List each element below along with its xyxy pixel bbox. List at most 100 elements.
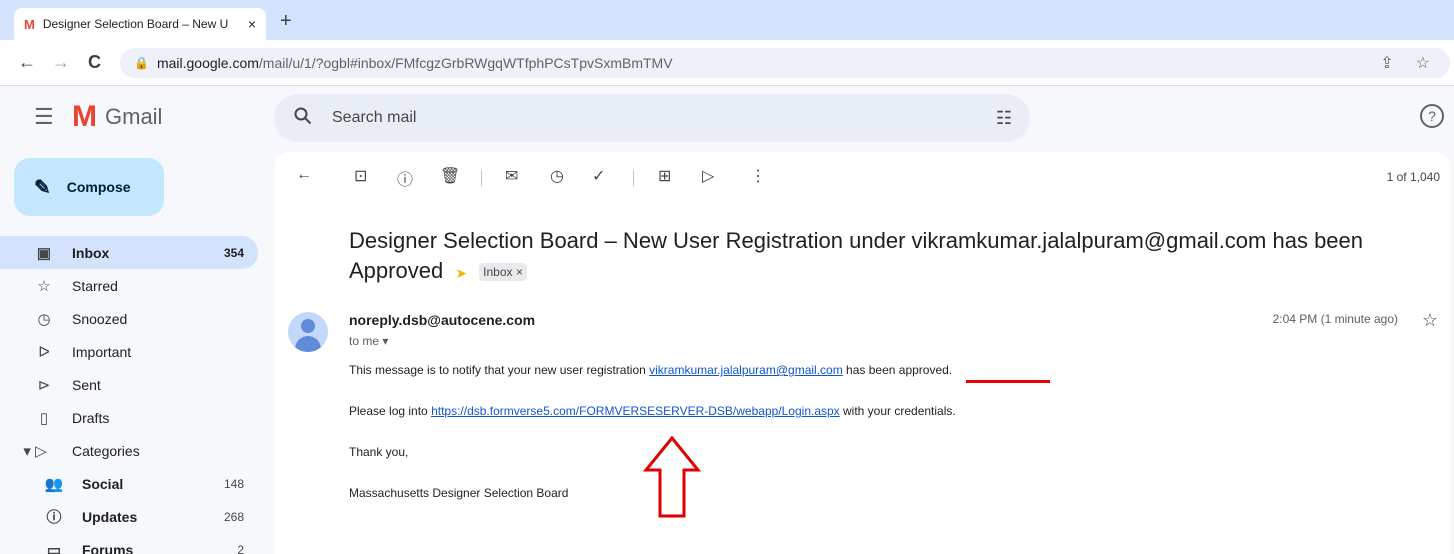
sidebar-nav: ▣ Inbox 354 ☆ Starred ◷ Snoozed ᐅ Import… <box>0 236 258 554</box>
browser-tab-strip: M Designer Selection Board – New U × + <box>0 0 1454 40</box>
search-icon[interactable] <box>294 107 312 130</box>
sidebar-item-label: Forums <box>82 541 134 554</box>
people-icon: 👥 <box>44 475 64 493</box>
avatar-head <box>301 319 315 333</box>
labels-icon[interactable]: ▷ <box>702 166 714 186</box>
tab-close-icon[interactable]: × <box>248 16 256 32</box>
archive-icon[interactable]: ⊡ <box>354 166 367 186</box>
clock-icon: ◷ <box>37 310 51 328</box>
sidebar-item-label: Snoozed <box>72 310 128 327</box>
message-toolbar: ← ⊡ ⓘ 🗑 ✉ ◷ ✓ ⊞ ▷ ⋮ 1 of 1,040 <box>274 166 1450 190</box>
forum-icon: ▭ <box>46 541 62 554</box>
body-line-thanks: Thank you, <box>349 445 409 459</box>
unread-count: 354 <box>223 245 244 260</box>
star-icon: ☆ <box>37 277 51 295</box>
url-path: /mail/u/1/?ogbl#inbox/FMfcgzGrbRWgqWTfph… <box>258 55 673 71</box>
draft-icon: ▯ <box>39 409 49 427</box>
compose-button[interactable]: ✎ Compose <box>14 158 164 216</box>
message-pager: 1 of 1,040 <box>1386 170 1440 184</box>
email-link[interactable]: vikramkumar.jalalpuram@gmail.com <box>649 363 843 377</box>
sidebar-item-label: Important <box>72 343 132 360</box>
body-line-notify: This message is to notify that your new … <box>349 363 952 377</box>
gmail-header: ☰ M Gmail Search mail ☷ ? <box>0 86 1454 150</box>
pencil-icon: ✎ <box>34 176 51 199</box>
sidebar-item-label: Drafts <box>72 409 110 426</box>
sender-address[interactable]: noreply.dsb@autocene.com <box>349 312 535 328</box>
sidebar-item-label: Starred <box>72 277 118 294</box>
toolbar-divider <box>633 170 634 186</box>
inbox-label-chip[interactable]: Inbox × <box>479 263 527 282</box>
body-text: Please log into <box>349 404 432 418</box>
tab-title: Designer Selection Board – New U <box>42 17 229 31</box>
sidebar-item-snoozed[interactable]: ◷ Snoozed <box>0 302 258 335</box>
report-spam-icon[interactable]: ⓘ <box>397 166 413 190</box>
body-text: This message is to notify that your new … <box>349 363 650 377</box>
sidebar-item-important[interactable]: ᐅ Important <box>0 335 258 368</box>
url-input[interactable]: 🔒 mail.google.com/mail/u/1/?ogbl#inbox/F… <box>120 48 1450 78</box>
info-icon: ⓘ <box>46 509 62 526</box>
body-line-signature: Massachusetts Designer Selection Board <box>349 486 569 500</box>
sidebar-item-inbox[interactable]: ▣ Inbox 354 <box>0 236 258 269</box>
star-message-icon[interactable]: ☆ <box>1422 310 1438 331</box>
sidebar-item-drafts[interactable]: ▯ Drafts <box>0 401 258 434</box>
sidebar-item-label: Inbox <box>72 244 110 261</box>
address-bar-row: ← → C 🔒 mail.google.com/mail/u/1/?ogbl#i… <box>0 40 1454 86</box>
share-icon[interactable]: ⇪ <box>1380 53 1393 73</box>
gmail-wordmark: Gmail <box>105 104 163 129</box>
bookmark-star-icon[interactable]: ☆ <box>1416 53 1430 73</box>
sidebar-item-sent[interactable]: ⊳ Sent <box>0 368 258 401</box>
sidebar-item-label: Social <box>82 475 124 492</box>
move-to-icon[interactable]: ⊞ <box>658 166 671 186</box>
label-icon: ▾ ▷ <box>23 442 47 460</box>
login-link[interactable]: https://dsb.formverse5.com/FORMVERSESERV… <box>431 404 840 418</box>
inbox-icon: ▣ <box>36 244 52 262</box>
message-pane: ← ⊡ ⓘ 🗑 ✉ ◷ ✓ ⊞ ▷ ⋮ 1 of 1,040 Designer … <box>274 152 1450 554</box>
send-icon: ⊳ <box>37 376 51 394</box>
snooze-icon[interactable]: ◷ <box>550 166 564 186</box>
add-to-tasks-icon[interactable]: ✓ <box>592 166 605 186</box>
sidebar-item-social[interactable]: 👥 Social 148 <box>0 467 258 500</box>
avatar-body <box>295 336 321 352</box>
sidebar-item-label: Sent <box>72 376 101 393</box>
important-icon: ᐅ <box>38 343 50 361</box>
recipient-details-toggle[interactable]: to me ▾ <box>349 334 388 348</box>
unread-count: 148 <box>223 476 244 491</box>
body-line-login: Please log into https://dsb.formverse5.c… <box>349 404 956 418</box>
red-up-arrow-annotation <box>642 436 702 518</box>
help-icon[interactable]: ? <box>1420 104 1444 128</box>
back-button[interactable]: ← <box>18 52 36 73</box>
sidebar-item-label: Updates <box>82 508 138 525</box>
compose-label: Compose <box>66 179 131 195</box>
body-text: with your credentials. <box>839 404 956 418</box>
body-text: has been approved. <box>842 363 953 377</box>
sidebar-item-starred[interactable]: ☆ Starred <box>0 269 258 302</box>
search-bar[interactable]: Search mail ☷ <box>274 94 1030 142</box>
search-options-icon[interactable]: ☷ <box>996 108 1012 129</box>
importance-marker-icon[interactable]: ➤ <box>455 265 467 281</box>
unread-count: 268 <box>223 509 244 524</box>
back-to-inbox-icon[interactable]: ← <box>296 166 312 184</box>
gmail-logo[interactable]: M Gmail <box>72 102 162 132</box>
message-time: 2:04 PM (1 minute ago) <box>1272 312 1398 326</box>
sidebar-item-forums[interactable]: ▭ Forums 2 <box>0 533 258 554</box>
new-tab-button[interactable]: + <box>280 10 292 33</box>
gmail-favicon-icon: M <box>24 16 35 32</box>
mark-unread-icon[interactable]: ✉ <box>505 166 518 186</box>
browser-tab[interactable]: M Designer Selection Board – New U × <box>14 8 266 40</box>
sender-avatar[interactable] <box>288 312 328 352</box>
url-host: mail.google.com <box>156 55 259 71</box>
more-options-icon[interactable]: ⋮ <box>750 166 766 186</box>
sidebar-item-label: Categories <box>72 442 140 459</box>
main-menu-icon[interactable]: ☰ <box>34 104 54 130</box>
lock-icon: 🔒 <box>134 56 149 70</box>
red-underline-annotation <box>966 380 1050 383</box>
search-input[interactable]: Search mail <box>332 109 416 127</box>
sidebar-item-updates[interactable]: ⓘ Updates 268 <box>0 500 258 533</box>
reload-button[interactable]: C <box>88 52 101 73</box>
gmail-m-logo-icon: M <box>72 100 97 133</box>
delete-icon[interactable]: 🗑 <box>440 166 460 186</box>
message-subject: Designer Selection Board – New User Regi… <box>349 226 1439 288</box>
sidebar-item-categories[interactable]: ▾ ▷ Categories <box>0 434 258 467</box>
forward-button[interactable]: → <box>52 52 70 73</box>
unread-count: 2 <box>237 542 244 554</box>
